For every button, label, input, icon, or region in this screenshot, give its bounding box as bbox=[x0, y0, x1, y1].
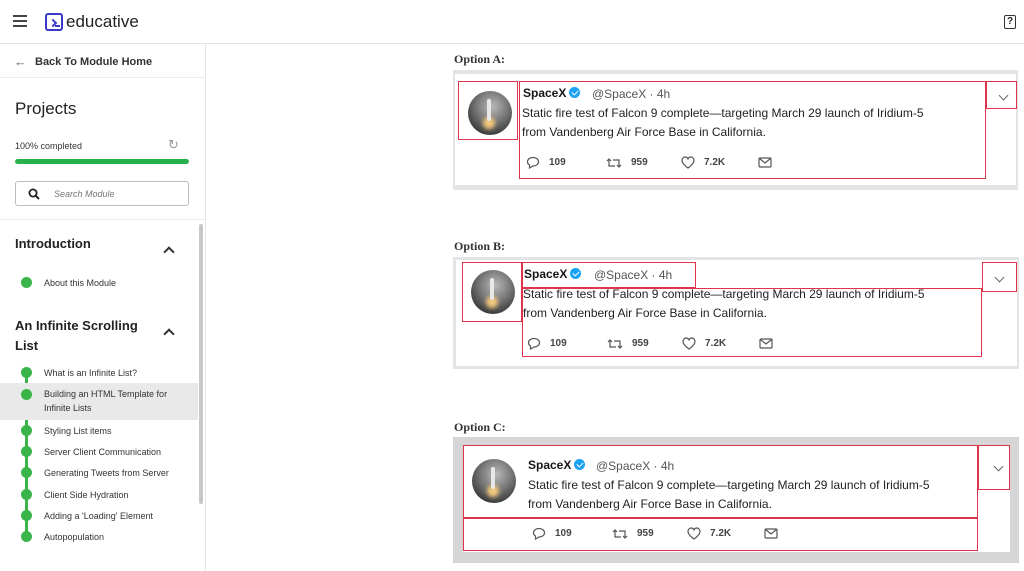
complete-dot-icon bbox=[21, 467, 32, 478]
highlight-box bbox=[522, 288, 982, 357]
chevron-up-icon[interactable] bbox=[163, 244, 173, 254]
lesson-item[interactable]: Styling List items bbox=[0, 424, 198, 438]
progress-bar bbox=[15, 159, 189, 164]
option-c-figure: SpaceX @SpaceX · 4h Static fire test of … bbox=[453, 437, 1019, 563]
section-title-introduction[interactable]: Introduction bbox=[15, 234, 91, 254]
arrow-left-icon: ← bbox=[14, 54, 27, 69]
logo[interactable]: educative bbox=[45, 12, 139, 32]
complete-dot-icon bbox=[21, 489, 32, 500]
highlight-box bbox=[463, 445, 978, 518]
lesson-label: Client Side Hydration bbox=[44, 490, 129, 500]
highlight-box bbox=[522, 262, 696, 288]
highlight-box bbox=[463, 518, 978, 551]
lesson-item[interactable]: Adding a 'Loading' Element bbox=[0, 509, 198, 523]
lesson-item-active[interactable]: Building an HTML Template for Infinite L… bbox=[0, 383, 198, 420]
highlight-box bbox=[986, 81, 1017, 109]
sidebar-scrollbar[interactable] bbox=[199, 224, 203, 504]
complete-dot-icon bbox=[21, 389, 32, 400]
logo-icon bbox=[45, 13, 63, 31]
highlight-box bbox=[982, 262, 1017, 292]
lesson-label: About this Module bbox=[44, 278, 117, 288]
back-label: Back To Module Home bbox=[35, 55, 153, 68]
section-title-infinite-list[interactable]: An Infinite Scrolling List bbox=[15, 316, 155, 356]
logo-text: educative bbox=[66, 12, 139, 31]
option-b-label: Option B: bbox=[454, 239, 506, 253]
refresh-icon[interactable]: ↻ bbox=[168, 137, 179, 153]
complete-dot-icon bbox=[21, 277, 32, 288]
option-a-figure: SpaceX @SpaceX · 4h Static fire test of … bbox=[453, 70, 1018, 190]
lesson-item[interactable]: About this Module bbox=[0, 276, 198, 290]
complete-dot-icon bbox=[21, 367, 32, 378]
chevron-up-icon[interactable] bbox=[163, 326, 173, 336]
menu-icon[interactable] bbox=[13, 15, 27, 27]
lesson-content: Option A: SpaceX @SpaceX · 4h Static fir… bbox=[206, 44, 1024, 571]
complete-dot-icon bbox=[21, 510, 32, 521]
option-b-figure: SpaceX @SpaceX · 4h Static fire test of … bbox=[453, 257, 1019, 369]
progress-label: 100% completed bbox=[15, 141, 83, 151]
divider bbox=[0, 77, 205, 78]
complete-dot-icon bbox=[21, 531, 32, 542]
help-icon[interactable]: ? bbox=[1004, 15, 1016, 29]
lesson-label: Styling List items bbox=[44, 426, 112, 436]
lesson-item[interactable]: Autopopulation bbox=[0, 530, 198, 544]
highlight-box bbox=[462, 262, 522, 322]
lesson-label: Generating Tweets from Server bbox=[44, 468, 169, 478]
top-bar: educative ? bbox=[0, 0, 1024, 44]
lesson-label: Server Client Communication bbox=[44, 447, 162, 457]
complete-dot-icon bbox=[21, 446, 32, 457]
option-c-label: Option C: bbox=[454, 420, 506, 434]
lesson-item[interactable]: Server Client Communication bbox=[0, 445, 198, 459]
back-to-module-link[interactable]: ← Back To Module Home bbox=[14, 54, 152, 69]
search-input[interactable] bbox=[54, 188, 174, 199]
search-icon bbox=[28, 188, 40, 200]
progress-fill bbox=[15, 159, 189, 164]
lesson-item[interactable]: Client Side Hydration bbox=[0, 488, 198, 502]
lesson-label: Building an HTML Template for Infinite L… bbox=[44, 389, 168, 413]
highlight-box bbox=[519, 81, 986, 179]
divider bbox=[0, 219, 205, 220]
lesson-item[interactable]: Generating Tweets from Server bbox=[0, 466, 198, 480]
complete-dot-icon bbox=[21, 425, 32, 436]
option-a-label: Option A: bbox=[454, 52, 506, 66]
sidebar: ← Back To Module Home Projects 100% comp… bbox=[0, 44, 206, 571]
lesson-label: Adding a 'Loading' Element bbox=[44, 511, 154, 521]
lesson-label: Autopopulation bbox=[44, 532, 105, 542]
module-title: Projects bbox=[15, 99, 77, 118]
search-box[interactable] bbox=[15, 181, 189, 206]
lesson-label: What is an Infinite List? bbox=[44, 368, 138, 378]
highlight-box bbox=[978, 445, 1010, 490]
lesson-item[interactable]: What is an Infinite List? bbox=[0, 366, 198, 380]
highlight-box bbox=[458, 81, 518, 140]
